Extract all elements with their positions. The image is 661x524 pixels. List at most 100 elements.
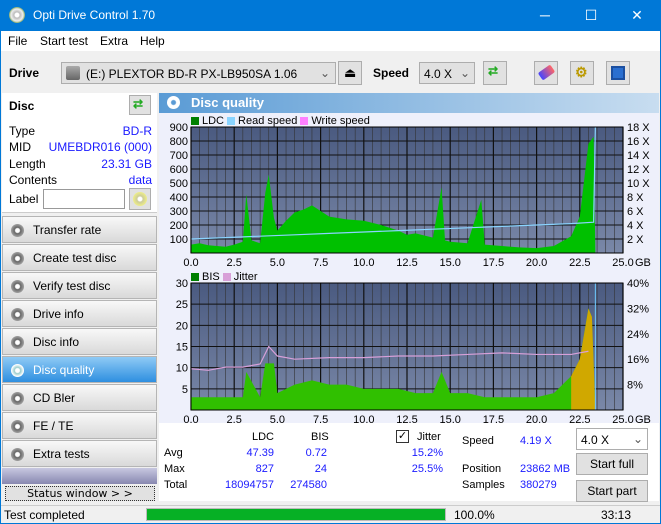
menu-start-test[interactable]: Start test	[40, 34, 88, 48]
nav-disc-quality[interactable]: Disc quality	[2, 356, 157, 383]
x-tick-label: 5.0	[270, 414, 285, 423]
gears-icon: ⚙	[575, 64, 588, 80]
test-speed-select[interactable]: 4.0 X ⌄	[576, 428, 648, 450]
y-tick-label: 15	[176, 342, 188, 354]
nav-fe-te[interactable]: FE / TE	[2, 412, 157, 439]
create-disc-icon	[11, 252, 24, 265]
y2-tick-label: 8%	[627, 380, 643, 392]
position-label: Position	[462, 463, 502, 475]
refresh-button[interactable]: ⇄	[483, 61, 507, 85]
y-tick-label: 30	[176, 278, 188, 290]
label-disc-button[interactable]	[129, 188, 151, 210]
y2-tick-label: 6 X	[627, 206, 644, 218]
stats-panel: LDC BIS ✓ Jitter Avg 47.39 0.72 15.2% Ma…	[159, 423, 659, 502]
menu-help[interactable]: Help	[140, 34, 165, 48]
progress-bar	[146, 508, 446, 521]
max-label: Max	[164, 463, 185, 475]
x-tick-label: 22.5	[569, 257, 590, 269]
x-tick-label: 15.0	[439, 414, 460, 423]
disc-refresh-button[interactable]: ⇄	[129, 95, 151, 115]
speed-select[interactable]: 4.0 X ⌄	[419, 62, 475, 84]
x-tick-label: 15.0	[439, 257, 460, 269]
y-tick-label: 400	[170, 192, 188, 204]
max-bis: 24	[314, 463, 327, 475]
test-speed-value: 4.0 X	[581, 433, 610, 447]
extra-tests-icon	[11, 448, 24, 461]
nav-label: Disc info	[33, 335, 80, 349]
minimize-button[interactable]: ─	[522, 0, 568, 31]
nav-verify-test-disc[interactable]: Verify test disc	[2, 272, 157, 299]
label-input[interactable]	[43, 189, 125, 209]
x-tick-label: 7.5	[313, 257, 328, 269]
col-bis-header: BIS	[311, 431, 329, 443]
nav-create-test-disc[interactable]: Create test disc	[2, 244, 157, 271]
nav-transfer-rate[interactable]: Transfer rate	[2, 216, 157, 243]
mid-label: MID	[9, 140, 31, 154]
total-ldc: 18094757	[225, 479, 274, 491]
app-disc-icon	[9, 7, 25, 23]
window-title: Opti Drive Control 1.70	[33, 8, 156, 22]
settings-button[interactable]: ⚙	[570, 61, 594, 85]
nav-label: Transfer rate	[33, 223, 102, 237]
save-button[interactable]	[606, 61, 630, 85]
nav-cd-bler[interactable]: CD Bler	[2, 384, 157, 411]
chevron-down-icon: ⌄	[632, 432, 643, 446]
disc-icon	[133, 192, 147, 206]
close-button[interactable]: ✕	[614, 0, 660, 31]
nav-label: Extra tests	[33, 447, 90, 461]
menu-file[interactable]: File	[8, 34, 27, 48]
y-tick-label: 200	[170, 220, 188, 232]
contents-label: Contents	[9, 173, 58, 187]
x-axis-unit: GB	[635, 414, 651, 423]
drive-select[interactable]: (E:) PLEXTOR BD-R PX-LB950SA 1.06 ⌄	[61, 62, 336, 84]
y2-tick-label: 10 X	[627, 178, 650, 190]
samples-value: 380279	[520, 479, 557, 491]
max-jitter: 25.5%	[411, 463, 443, 475]
eraser-icon	[537, 64, 556, 81]
nav-disc-info[interactable]: Disc info	[2, 328, 157, 355]
menu-bar: File Start test Extra Help	[1, 31, 660, 51]
x-tick-label: 12.5	[396, 414, 417, 423]
y2-tick-label: 16%	[627, 354, 649, 366]
disc-quality-icon	[11, 364, 24, 377]
nav-drive-info[interactable]: Drive info	[2, 300, 157, 327]
nav-label: Drive info	[33, 307, 84, 321]
total-label: Total	[164, 479, 188, 491]
avg-jitter: 15.2%	[411, 447, 443, 459]
refresh-arrows-icon: ⇄	[488, 64, 499, 78]
avg-label: Avg	[164, 447, 183, 459]
disc-info-icon	[11, 336, 24, 349]
y2-tick-label: 12 X	[627, 164, 650, 176]
maximize-button[interactable]: ☐	[568, 0, 614, 31]
cd-bler-icon	[11, 392, 24, 405]
start-full-button[interactable]: Start full	[576, 453, 648, 475]
y-tick-label: 100	[170, 234, 188, 246]
y2-tick-label: 40%	[627, 278, 649, 290]
start-part-button[interactable]: Start part	[576, 480, 648, 502]
disc-panel: Disc ⇄ Type BD-R MID UMEBDR016 (000) Lengt…	[2, 93, 157, 213]
nav-label: Disc quality	[33, 363, 95, 377]
status-window-button[interactable]: Status window > >	[5, 486, 155, 501]
transfer-rate-icon	[11, 224, 24, 237]
nav-extra-tests[interactable]: Extra tests	[2, 440, 157, 467]
chevron-down-icon: ⌄	[319, 66, 330, 80]
menu-extra[interactable]: Extra	[100, 34, 128, 48]
erase-button[interactable]	[534, 61, 558, 85]
col-ldc-header: LDC	[252, 431, 275, 443]
avg-bis: 0.72	[305, 447, 327, 459]
mid-value: UMEBDR016 (000)	[48, 140, 152, 154]
length-label: Length	[9, 157, 46, 171]
charts-area: LDC Read speed Write speed BIS Jitter 10…	[159, 113, 659, 423]
y2-tick-label: 32%	[627, 303, 649, 315]
jitter-checkbox[interactable]: ✓	[396, 430, 409, 443]
y-tick-label: 800	[170, 136, 188, 148]
chevron-down-icon: ⌄	[459, 66, 470, 80]
toolbar: Drive (E:) PLEXTOR BD-R PX-LB950SA 1.06 …	[1, 51, 660, 93]
nav-spacer	[2, 468, 157, 484]
y-tick-label: 300	[170, 206, 188, 218]
sidebar: Disc ⇄ Type BD-R MID UMEBDR016 (000) Lengt…	[2, 93, 157, 501]
y-tick-label: 600	[170, 164, 188, 176]
charts-svg: 100 200 300 400 500 600 700 800 900 2 X 4 X 6 X 8 X 1…	[170, 122, 651, 423]
y2-tick-label: 2 X	[627, 234, 644, 246]
eject-button[interactable]: ⏏	[338, 61, 362, 85]
